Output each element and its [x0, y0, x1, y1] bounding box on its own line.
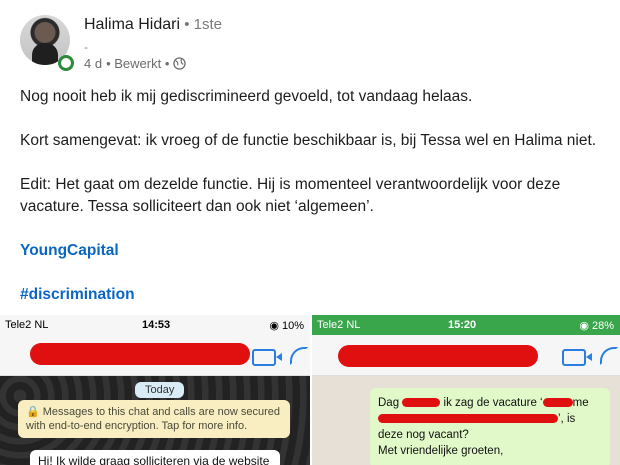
status-bar: Tele2 NL 14:53 ◉ 10%	[0, 315, 310, 335]
screenshot-left[interactable]: Tele2 NL 14:53 ◉ 10% Today 🔒 Messages to…	[0, 315, 310, 465]
video-call-icon[interactable]	[562, 349, 592, 366]
message-bubble: Hi! Ik wilde graag solliciteren via de w…	[30, 450, 280, 465]
message-line: Met vriendelijke groeten,	[378, 445, 504, 457]
chat-area: Today 🔒 Messages to this chat and calls …	[0, 376, 310, 465]
clock: 14:53	[142, 319, 171, 331]
message-line: deze nog vacant?	[378, 429, 469, 441]
chat-header	[0, 335, 310, 376]
message-text: ik zag de vacature ‘	[443, 397, 543, 409]
redaction-mark	[338, 345, 538, 367]
author-row: Halima Hidari • 1ste	[84, 16, 222, 34]
date-chip: Today	[135, 382, 185, 398]
message-text: ’, is	[558, 413, 576, 425]
post-paragraph: Nog nooit heb ik mij gediscrimineerd gev…	[20, 88, 473, 105]
message-text: me	[572, 397, 589, 409]
message-text: Dag	[378, 397, 400, 409]
post-meta: 4 d • Bewerkt •	[84, 56, 187, 71]
author-headline: -	[84, 40, 88, 54]
author-name[interactable]: Halima Hidari	[84, 16, 180, 33]
post-paragraph: Kort samengevat: ik vroeg of de functie …	[20, 132, 597, 149]
redaction-mark	[402, 398, 441, 408]
phone-call-icon[interactable]	[290, 347, 308, 365]
message-bubble: Dag ik zag de vacature ‘ me ’, is deze no…	[370, 388, 610, 465]
screenshot-right[interactable]: Tele2 NL 15:20 ◉ 28% Dag ik zag de vacat…	[312, 315, 620, 465]
post-header: Halima Hidari • 1ste - 4 d • Bewerkt •	[20, 10, 600, 71]
redaction-mark	[378, 414, 558, 424]
company-mention-link[interactable]: YoungCapital	[20, 240, 119, 262]
phone-call-icon[interactable]	[600, 347, 618, 365]
encryption-notice[interactable]: 🔒 Messages to this chat and calls are no…	[18, 400, 290, 438]
battery-label: ◉ 28%	[579, 320, 614, 332]
message-line: ’, is	[378, 411, 602, 427]
post-paragraph: Edit: Het gaat om dezelde functie. Hij i…	[20, 176, 561, 215]
hashtag-link[interactable]: #discrimination	[20, 284, 135, 306]
edited-label: • Bewerkt •	[106, 56, 170, 71]
clock: 15:20	[448, 319, 477, 331]
status-bar: Tele2 NL 15:20 ◉ 28%	[312, 315, 620, 335]
online-status-icon	[58, 55, 74, 71]
battery-label: ◉ 10%	[269, 320, 304, 332]
redaction-mark	[542, 398, 573, 408]
carrier-label: Tele2 NL	[317, 319, 361, 331]
globe-icon	[173, 57, 187, 70]
carrier-label: Tele2 NL	[5, 319, 49, 331]
message-line: Dag ik zag de vacature ‘ me	[378, 395, 602, 411]
post-time: 4 d	[84, 56, 103, 71]
chat-header	[312, 335, 620, 376]
connection-degree: • 1ste	[180, 16, 222, 33]
video-call-icon[interactable]	[252, 349, 282, 366]
chat-area: Dag ik zag de vacature ‘ me ’, is deze no…	[312, 376, 620, 465]
redaction-mark	[30, 343, 250, 365]
